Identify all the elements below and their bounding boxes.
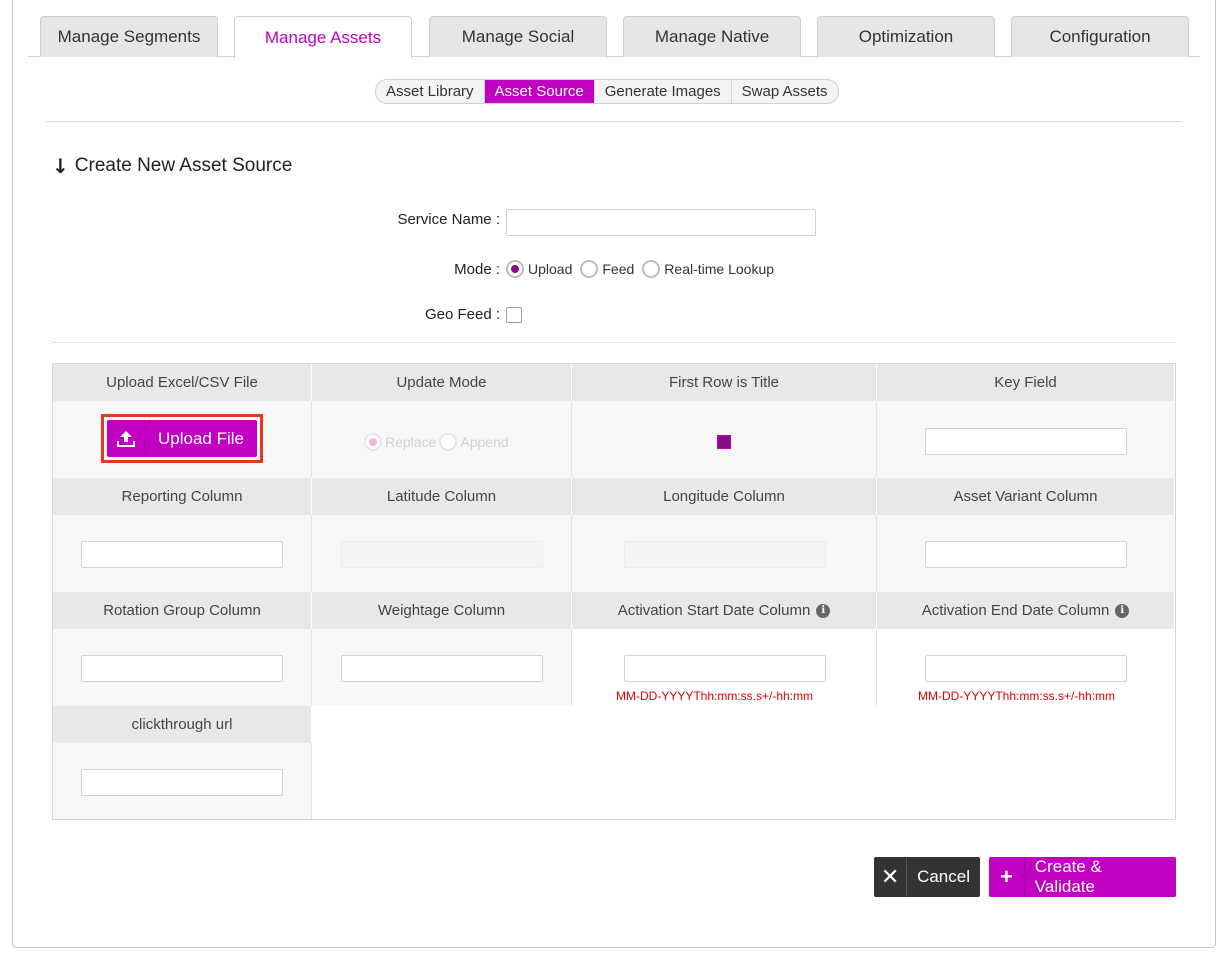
- header-update-mode: Update Mode: [312, 364, 572, 401]
- update-replace-radio[interactable]: [364, 433, 382, 451]
- cell-activation-start: MM-DD-YYYYThh:mm:ss.s+/-hh:mm: [572, 629, 877, 706]
- subtab-swap-assets[interactable]: Swap Assets: [732, 80, 838, 103]
- info-icon[interactable]: i: [816, 603, 831, 618]
- cell-reporting-column: [53, 515, 312, 592]
- header-latitude-column: Latitude Column: [312, 478, 572, 515]
- update-append-radio[interactable]: [439, 433, 458, 451]
- subtab-generate-images[interactable]: Generate Images: [595, 80, 732, 103]
- service-name-label: Service Name :: [397, 211, 500, 228]
- arrow-down-icon: ↓: [52, 154, 69, 178]
- update-replace-label: Replace: [385, 434, 437, 450]
- tab-manage-segments[interactable]: Manage Segments: [40, 16, 218, 57]
- mode-radio-group: Upload Feed Real-time Lookup: [506, 260, 778, 278]
- header-upload-file: Upload Excel/CSV File: [53, 364, 312, 401]
- cancel-label: Cancel: [917, 867, 970, 886]
- geo-feed-label: Geo Feed :: [424, 306, 500, 323]
- header-asset-variant-column: Asset Variant Column: [877, 478, 1175, 515]
- key-field-input[interactable]: [925, 428, 1127, 455]
- info-icon[interactable]: i: [1115, 603, 1130, 618]
- first-row-title-checkbox[interactable]: [717, 435, 731, 449]
- tab-manage-assets[interactable]: Manage Assets: [234, 16, 412, 58]
- upload-file-label: Upload File: [158, 428, 244, 448]
- cell-first-row-title: [572, 401, 877, 478]
- tab-optimization[interactable]: Optimization: [817, 16, 995, 57]
- cell-latitude-column: [312, 515, 572, 592]
- mode-upload-radio[interactable]: [506, 260, 524, 278]
- clickthrough-url-input[interactable]: [81, 769, 283, 796]
- rotation-group-column-input[interactable]: [81, 655, 283, 682]
- header-longitude-column: Longitude Column: [572, 478, 877, 515]
- cell-longitude-column: [572, 515, 877, 592]
- column-mapping-grid: Upload Excel/CSV File Update Mode First …: [52, 363, 1176, 820]
- cell-update-mode: Replace Append: [312, 401, 572, 478]
- tab-configuration[interactable]: Configuration: [1011, 16, 1189, 57]
- cell-asset-variant-column: [877, 515, 1175, 592]
- section-title[interactable]: ↓ Create New Asset Source: [52, 154, 292, 178]
- mode-feed-radio[interactable]: [580, 260, 599, 278]
- header-activation-start-label: Activation Start Date Column: [617, 602, 811, 619]
- geo-feed-checkbox[interactable]: [506, 307, 522, 323]
- divider: [46, 121, 1182, 122]
- close-icon: ✕: [874, 857, 908, 897]
- longitude-column-input[interactable]: [624, 541, 826, 568]
- header-weightage-column: Weightage Column: [312, 592, 572, 629]
- cell-clickthrough-url: [53, 743, 312, 819]
- cell-rotation-group-column: [53, 629, 312, 706]
- tab-manage-native[interactable]: Manage Native: [623, 16, 801, 57]
- activation-end-input[interactable]: [925, 655, 1127, 682]
- cell-weightage-column: [312, 629, 572, 706]
- main-tabs: Manage Segments Manage Assets Manage Soc…: [28, 16, 1200, 58]
- cancel-button[interactable]: ✕ Cancel: [874, 857, 980, 897]
- cell-key-field: [877, 401, 1175, 478]
- cell-upload-file: Upload File: [53, 401, 312, 478]
- mode-realtime-radio[interactable]: [642, 260, 661, 278]
- upload-file-button[interactable]: Upload File: [107, 420, 257, 457]
- subtab-asset-library[interactable]: Asset Library: [376, 80, 485, 103]
- create-validate-label: Create & Validate: [1034, 857, 1102, 896]
- reporting-column-input[interactable]: [81, 541, 283, 568]
- header-first-row-title: First Row is Title: [572, 364, 877, 401]
- cell-activation-end: MM-DD-YYYYThh:mm:ss.s+/-hh:mm: [877, 629, 1175, 706]
- activation-start-input[interactable]: [624, 655, 826, 682]
- header-activation-start: Activation Start Date Column i: [572, 592, 877, 629]
- dotted-divider: [52, 342, 1176, 343]
- mode-realtime-label: Real-time Lookup: [664, 261, 775, 277]
- mode-upload-label: Upload: [528, 261, 573, 277]
- mode-label: Mode :: [454, 261, 500, 278]
- asset-variant-column-input[interactable]: [925, 541, 1127, 568]
- latitude-column-input[interactable]: [341, 541, 543, 568]
- date-format-hint: MM-DD-YYYYThh:mm:ss.s+/-hh:mm: [616, 689, 814, 703]
- plus-icon: +: [989, 857, 1025, 897]
- sub-tabs: Asset Library Asset Source Generate Imag…: [375, 79, 839, 104]
- mode-feed-label: Feed: [602, 261, 635, 277]
- section-title-text: Create New Asset Source: [74, 155, 293, 176]
- header-key-field: Key Field: [877, 364, 1175, 401]
- date-format-hint: MM-DD-YYYYThh:mm:ss.s+/-hh:mm: [918, 689, 1116, 703]
- upload-highlight: Upload File: [101, 414, 263, 463]
- tab-manage-social[interactable]: Manage Social: [429, 16, 607, 57]
- header-activation-end-label: Activation End Date Column: [921, 602, 1110, 619]
- weightage-column-input[interactable]: [341, 655, 543, 682]
- header-rotation-group-column: Rotation Group Column: [53, 592, 312, 629]
- upload-icon: [107, 420, 145, 457]
- header-activation-end: Activation End Date Column i: [877, 592, 1175, 629]
- subtab-asset-source[interactable]: Asset Source: [484, 80, 595, 103]
- create-validate-button[interactable]: + Create & Validate: [989, 857, 1176, 897]
- update-append-label: Append: [460, 434, 509, 450]
- header-reporting-column: Reporting Column: [53, 478, 312, 515]
- header-clickthrough-url: clickthrough url: [53, 706, 312, 743]
- service-name-input[interactable]: [506, 209, 816, 236]
